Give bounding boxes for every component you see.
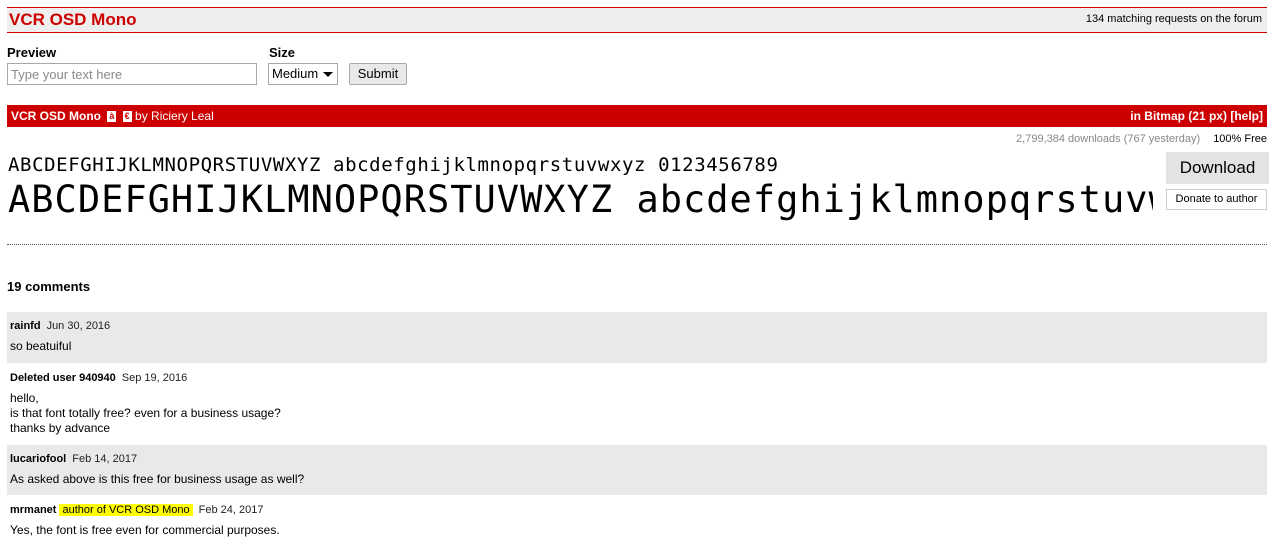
author-tag: author of VCR OSD Mono bbox=[59, 504, 193, 516]
submit-button[interactable]: Submit bbox=[349, 63, 407, 85]
comment-user[interactable]: rainfd bbox=[10, 320, 41, 332]
comment-item: lucariofool Feb 14, 2017 As asked above i… bbox=[7, 445, 1267, 495]
font-sample-large: ABCDEFGHIJKLMNOPQRSTUVWXYZ abcdefghijklm… bbox=[8, 178, 1153, 221]
preview-text-input[interactable] bbox=[7, 63, 257, 85]
forum-requests-link[interactable]: 134 matching requests on the forum bbox=[1086, 13, 1262, 25]
size-select-value: Medium bbox=[272, 66, 319, 81]
comment-item: rainfd Jun 30, 2016 so beatuiful bbox=[7, 312, 1267, 363]
donate-button[interactable]: Donate to author bbox=[1166, 189, 1267, 210]
comment-line: hello, bbox=[10, 391, 39, 405]
font-name-link[interactable]: VCR OSD Mono bbox=[11, 109, 101, 123]
comment-body: hello, is that font totally free? even f… bbox=[10, 391, 1264, 436]
title-bar: VCR OSD Mono 134 matching requests on th… bbox=[7, 7, 1267, 33]
comment-body: so beatuiful bbox=[10, 339, 72, 353]
category-link[interactable]: in Bitmap (21 px) bbox=[1130, 109, 1227, 123]
comment-body: Yes, the font is free even for commercia… bbox=[10, 523, 280, 537]
license-label: 100% Free bbox=[1213, 133, 1267, 145]
dropdown-arrow-icon bbox=[323, 72, 333, 77]
download-stats: 2,799,384 downloads (767 yesterday) 100%… bbox=[1016, 133, 1267, 145]
comment-item: mrmanet author of VCR OSD Mono Feb 24, 201… bbox=[7, 496, 1267, 541]
font-header-bar: VCR OSD Mono à € by Riciery Leal in Bitm… bbox=[7, 105, 1267, 127]
page-title: VCR OSD Mono bbox=[9, 10, 137, 29]
download-count: 2,799,384 downloads (767 yesterday) bbox=[1016, 133, 1201, 145]
size-select[interactable]: Medium bbox=[268, 63, 338, 85]
euro-badge-icon: € bbox=[122, 111, 132, 122]
help-link[interactable]: [help] bbox=[1230, 109, 1263, 123]
comment-user[interactable]: mrmanet bbox=[10, 504, 56, 516]
font-sample-small: ABCDEFGHIJKLMNOPQRSTUVWXYZ abcdefghijklm… bbox=[8, 154, 779, 176]
comment-date: Jun 30, 2016 bbox=[46, 320, 111, 332]
author-link[interactable]: by Riciery Leal bbox=[135, 109, 214, 123]
comment-line: thanks by advance bbox=[10, 421, 111, 435]
comment-date: Feb 24, 2017 bbox=[198, 504, 264, 516]
comment-body: As asked above is this free for business… bbox=[10, 472, 305, 486]
comment-line: is that font totally free? even for a bu… bbox=[10, 406, 281, 420]
preview-label: Preview bbox=[7, 45, 57, 60]
comment-item: Deleted user 940940 Sep 19, 2016 hello, i… bbox=[7, 364, 1267, 444]
comment-user[interactable]: lucariofool bbox=[10, 453, 66, 465]
divider bbox=[7, 244, 1267, 245]
comments-count: 19 comments bbox=[7, 279, 91, 294]
size-label: Size bbox=[269, 45, 296, 60]
comment-date: Feb 14, 2017 bbox=[72, 453, 138, 465]
download-button[interactable]: Download bbox=[1166, 152, 1269, 184]
comment-date: Sep 19, 2016 bbox=[121, 372, 188, 384]
comment-user[interactable]: Deleted user 940940 bbox=[10, 372, 116, 384]
accents-badge-icon: à bbox=[107, 111, 117, 122]
